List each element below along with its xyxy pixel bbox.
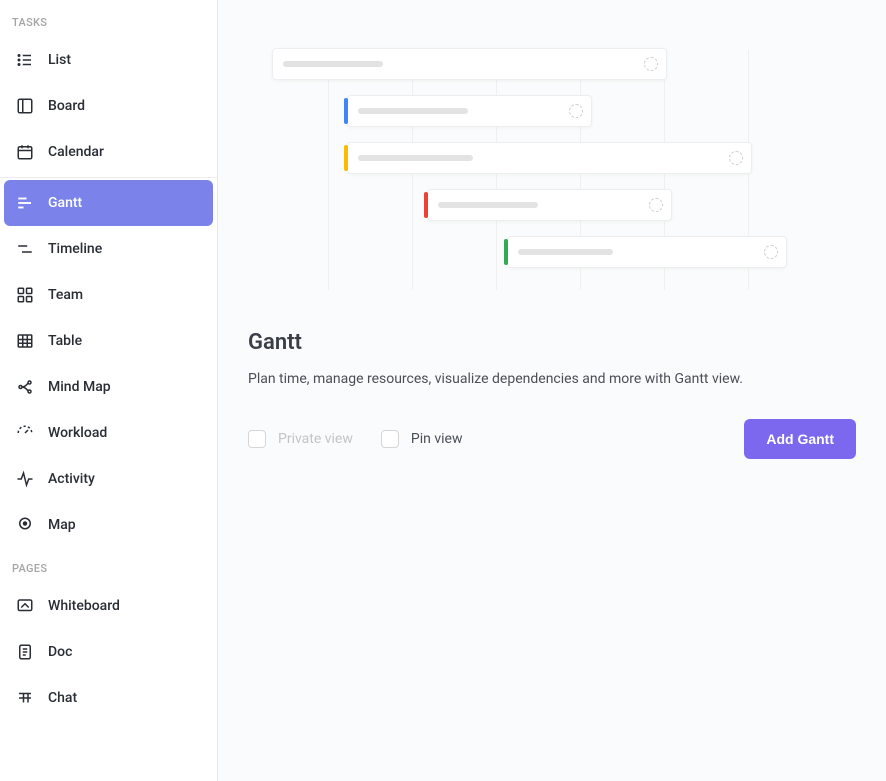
options-row: Private view Pin view Add Gantt <box>248 419 856 459</box>
sidebar-item-chat[interactable]: Chat <box>4 675 213 721</box>
sidebar-item-label: Whiteboard <box>48 598 120 614</box>
whiteboard-icon <box>16 597 34 615</box>
view-description: Plan time, manage resources, visualize d… <box>248 371 856 387</box>
sidebar-item-label: Workload <box>48 425 107 441</box>
private-view-option: Private view <box>248 430 353 448</box>
sidebar-item-label: Chat <box>48 690 77 706</box>
sidebar-item-calendar[interactable]: Calendar <box>4 129 213 175</box>
team-icon <box>16 286 34 304</box>
gantt-bar <box>507 236 787 268</box>
chat-icon <box>16 689 34 707</box>
sidebar-item-label: Mind Map <box>48 379 111 395</box>
sidebar-item-label: Gantt <box>48 195 82 211</box>
timeline-icon <box>16 240 34 258</box>
divider <box>0 177 217 178</box>
sidebar-item-label: Team <box>48 287 83 303</box>
activity-icon <box>16 470 34 488</box>
sidebar-item-label: Board <box>48 98 85 114</box>
sidebar-item-doc[interactable]: Doc <box>4 629 213 675</box>
mindmap-icon <box>16 378 34 396</box>
checkbox-icon[interactable] <box>381 430 399 448</box>
pin-view-option[interactable]: Pin view <box>381 430 463 448</box>
sidebar-item-board[interactable]: Board <box>4 83 213 129</box>
sidebar-item-label: Activity <box>48 471 95 487</box>
main-panel: Gantt Plan time, manage resources, visua… <box>218 0 886 781</box>
doc-icon <box>16 643 34 661</box>
sidebar-item-label: Timeline <box>48 241 102 257</box>
gantt-icon <box>16 194 34 212</box>
list-icon <box>16 51 34 69</box>
pin-view-label: Pin view <box>411 431 463 447</box>
view-heading: Gantt <box>248 330 856 355</box>
add-gantt-button[interactable]: Add Gantt <box>744 419 856 459</box>
sidebar-item-team[interactable]: Team <box>4 272 213 318</box>
sidebar-item-label: List <box>48 52 71 68</box>
gantt-illustration <box>272 40 832 300</box>
sidebar-item-activity[interactable]: Activity <box>4 456 213 502</box>
sidebar-item-label: Calendar <box>48 144 104 160</box>
sidebar-item-list[interactable]: List <box>4 37 213 83</box>
sidebar-item-label: Doc <box>48 644 72 660</box>
sidebar-item-workload[interactable]: Workload <box>4 410 213 456</box>
pages-section-label: PAGES <box>0 554 217 583</box>
gantt-bar <box>427 189 672 221</box>
workload-icon <box>16 424 34 442</box>
gantt-bar <box>347 142 752 174</box>
sidebar-item-label: Table <box>48 333 82 349</box>
table-icon <box>16 332 34 350</box>
sidebar-item-map[interactable]: Map <box>4 502 213 548</box>
sidebar-item-label: Map <box>48 517 76 533</box>
sidebar-item-timeline[interactable]: Timeline <box>4 226 213 272</box>
sidebar: TASKS List Board Calendar Gantt Timeline <box>0 0 218 781</box>
private-view-label: Private view <box>278 431 353 447</box>
calendar-icon <box>16 143 34 161</box>
sidebar-item-mindmap[interactable]: Mind Map <box>4 364 213 410</box>
sidebar-item-table[interactable]: Table <box>4 318 213 364</box>
board-icon <box>16 97 34 115</box>
tasks-section-label: TASKS <box>0 8 217 37</box>
gantt-bar <box>347 95 592 127</box>
checkbox-icon <box>248 430 266 448</box>
gantt-bar <box>272 48 667 80</box>
sidebar-item-gantt[interactable]: Gantt <box>4 180 213 226</box>
sidebar-item-whiteboard[interactable]: Whiteboard <box>4 583 213 629</box>
map-icon <box>16 516 34 534</box>
